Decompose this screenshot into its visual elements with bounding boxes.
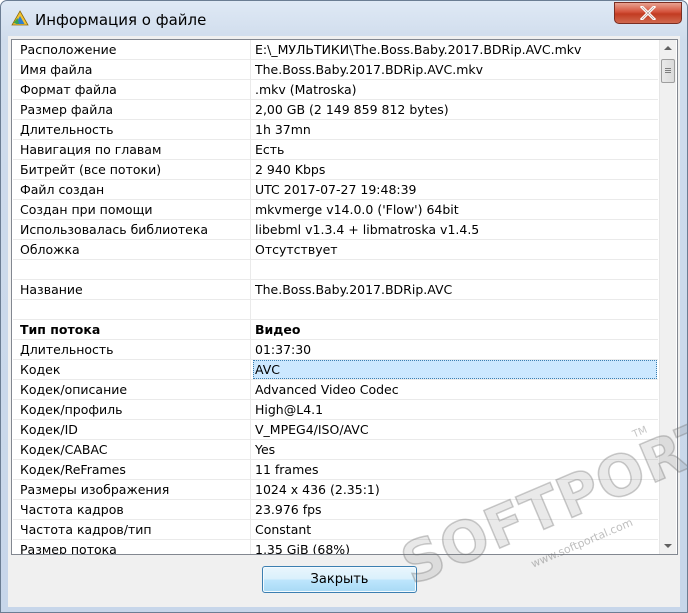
table-row[interactable] [13,260,658,280]
file-info-window: Информация о файле Расположение E:\_МУЛЬТ… [0,0,688,613]
table-row[interactable]: Длительность 01:37:30 [13,340,658,360]
row-key: Навигация по главам [20,142,162,157]
table-row[interactable]: Обложка Отсутствует [13,240,658,260]
table-row[interactable]: Создан при помощи mkvmerge v14.0.0 ('Flow… [13,200,658,220]
row-key: Длительность [20,342,114,357]
row-value: High@L4.1 [255,402,324,417]
row-key: Использовалась библиотека [20,222,209,237]
row-value: 23.976 fps [255,502,322,517]
table-row[interactable]: Навигация по главам Есть [13,140,658,160]
table-row[interactable]: Кодек/профиль High@L4.1 [13,400,658,420]
table-row[interactable]: Частота кадров 23.976 fps [13,500,658,520]
row-value: Отсутствует [255,242,338,257]
row-value: AVC [253,360,657,379]
row-value [255,300,655,319]
table-row[interactable]: Кодек/ReFrames 11 frames [13,460,658,480]
info-list[interactable]: Расположение E:\_МУЛЬТИКИ\The.Boss.Baby.2… [11,39,678,555]
row-key: Имя файла [20,62,93,77]
row-value: 2 940 Kbps [255,162,326,177]
table-row[interactable]: Кодек/CABAC Yes [13,440,658,460]
table-row[interactable]: Частота кадров/тип Constant [13,520,658,540]
close-icon [640,6,656,20]
window-title: Информация о файле [35,11,207,29]
row-key: Кодек [20,362,61,377]
table-row[interactable]: Битрейт (все потоки) 2 940 Kbps [13,160,658,180]
row-value: 1,35 GiB (68%) [255,542,351,555]
row-value: libebml v1.3.4 + libmatroska v1.4.5 [255,222,480,237]
scroll-down-button[interactable] [660,537,676,554]
row-key: Длительность [20,122,114,137]
row-key: Название [20,282,83,297]
row-key: Тип потока [20,322,101,337]
row-value: The.Boss.Baby.2017.BDRip.AVC [255,282,453,297]
scroll-up-button[interactable] [660,40,676,57]
table-row[interactable]: Расположение E:\_МУЛЬТИКИ\The.Boss.Baby.2… [13,40,658,60]
row-key: Формат файла [20,82,117,97]
table-row[interactable] [13,300,658,320]
table-row[interactable]: Кодек AVC [13,360,658,380]
dialog-client-area: Расположение E:\_МУЛЬТИКИ\The.Boss.Baby.2… [8,36,680,607]
table-row[interactable]: Размер потока 1,35 GiB (68%) [13,540,658,555]
scroll-thumb[interactable] [661,59,675,83]
row-key: Обложка [20,242,80,257]
close-button[interactable]: Закрыть [262,566,417,593]
table-row[interactable]: Формат файла .mkv (Matroska) [13,80,658,100]
table-row[interactable]: Размер файла 2,00 GB (2 149 859 812 bytes… [13,100,658,120]
arrow-down-icon [664,544,672,548]
row-key: Кодек/описание [20,382,128,397]
row-key: Кодек/CABAC [20,442,108,457]
table-row[interactable]: Размеры изображения 1024 x 436 (2.35:1) [13,480,658,500]
row-value: Constant [255,522,312,537]
row-key: Расположение [20,42,117,57]
row-value: Видео [255,322,301,337]
arrow-up-icon [664,46,672,50]
table-row[interactable]: Файл создан UTC 2017-07-27 19:48:39 [13,180,658,200]
window-close-button[interactable] [614,2,682,24]
row-key: Размер файла [20,102,113,117]
row-key: Частота кадров/тип [20,522,152,537]
vertical-scrollbar[interactable] [659,40,676,554]
row-value: V_MPEG4/ISO/AVC [255,422,369,437]
row-value: Advanced Video Codec [255,382,399,397]
table-row[interactable]: Длительность 1h 37mn [13,120,658,140]
row-key: Частота кадров [20,502,124,517]
row-value: 1h 37mn [255,122,311,137]
row-value: Yes [255,442,276,457]
table-row[interactable]: Имя файла The.Boss.Baby.2017.BDRip.AVC.mk… [13,60,658,80]
row-value: 01:37:30 [255,342,312,357]
app-icon [11,10,29,26]
row-value: E:\_МУЛЬТИКИ\The.Boss.Baby.2017.BDRip.AV… [255,42,582,57]
info-rows: Расположение E:\_МУЛЬТИКИ\The.Boss.Baby.2… [13,40,658,555]
table-row[interactable]: Название The.Boss.Baby.2017.BDRip.AVC [13,280,658,300]
row-value: 1024 x 436 (2.35:1) [255,482,380,497]
row-key: Кодек/профиль [20,402,123,417]
row-value: mkvmerge v14.0.0 ('Flow') 64bit [255,202,459,217]
row-value: 11 frames [255,462,319,477]
row-key: Кодек/ID [20,422,78,437]
row-key: Размер потока [20,542,117,555]
row-key [20,300,245,319]
table-row[interactable]: Кодек/ID V_MPEG4/ISO/AVC [13,420,658,440]
row-key: Битрейт (все потоки) [20,162,162,177]
row-value: .mkv (Matroska) [255,82,357,97]
table-row[interactable]: Использовалась библиотека libebml v1.3.4 … [13,220,658,240]
row-key: Создан при помощи [20,202,153,217]
row-value: UTC 2017-07-27 19:48:39 [255,182,417,197]
row-key: Кодек/ReFrames [20,462,126,477]
row-value: 2,00 GB (2 149 859 812 bytes) [255,102,449,117]
table-row[interactable]: Тип потока Видео [13,320,658,340]
row-key: Файл создан [20,182,105,197]
title-bar[interactable]: Информация о файле [1,1,687,37]
table-row[interactable]: Кодек/описание Advanced Video Codec [13,380,658,400]
row-value: The.Boss.Baby.2017.BDRip.AVC.mkv [255,62,484,77]
row-value [255,260,655,279]
row-key: Размеры изображения [20,482,170,497]
row-key [20,260,245,279]
row-value: Есть [255,142,285,157]
